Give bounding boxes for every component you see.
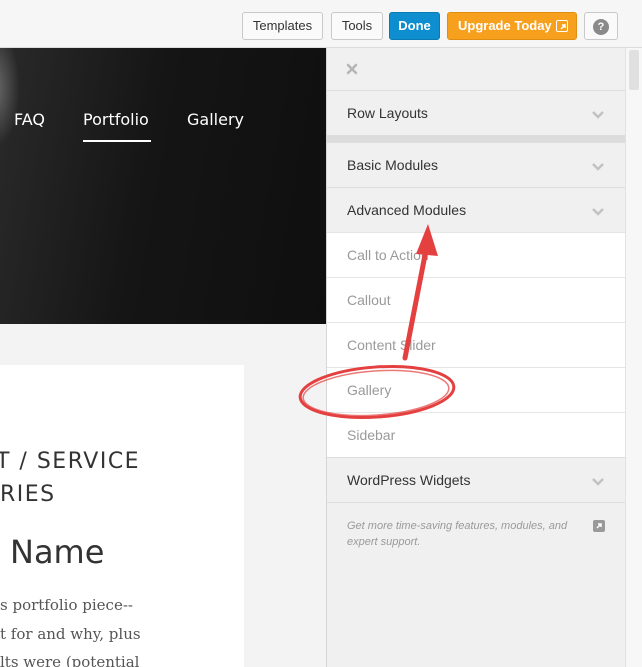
hero-background-image bbox=[0, 48, 20, 148]
templates-button[interactable]: Templates bbox=[242, 12, 323, 40]
module-label: Call to Action bbox=[347, 247, 429, 263]
module-sidebar[interactable]: Sidebar bbox=[327, 412, 625, 457]
section-label: Row Layouts bbox=[347, 105, 428, 121]
portfolio-content-card: T / SERVICE RIES Name s portfolio piece-… bbox=[0, 365, 244, 667]
module-gallery[interactable]: Gallery bbox=[327, 367, 625, 412]
panel-scrollbar[interactable] bbox=[625, 48, 642, 667]
module-content-slider[interactable]: Content Slider bbox=[327, 322, 625, 367]
section-divider bbox=[327, 135, 625, 142]
module-call-to-action[interactable]: Call to Action bbox=[327, 232, 625, 277]
scrollbar-thumb[interactable] bbox=[629, 50, 639, 90]
chevron-down-icon bbox=[591, 159, 605, 177]
section-label: Basic Modules bbox=[347, 157, 439, 173]
project-description-line: t for and why, plus bbox=[0, 625, 141, 643]
module-label: Sidebar bbox=[347, 427, 396, 443]
module-label: Gallery bbox=[347, 382, 392, 398]
help-button[interactable]: ? bbox=[584, 12, 618, 40]
tools-button[interactable]: Tools bbox=[331, 12, 383, 40]
chevron-down-icon bbox=[591, 204, 605, 222]
chevron-down-icon bbox=[591, 107, 605, 125]
project-description-line: s portfolio piece-- bbox=[0, 596, 133, 614]
section-label: WordPress Widgets bbox=[347, 472, 471, 488]
module-label: Content Slider bbox=[347, 337, 436, 353]
section-wordpress-widgets[interactable]: WordPress Widgets bbox=[327, 457, 625, 502]
section-advanced-modules[interactable]: Advanced Modules bbox=[327, 187, 625, 232]
project-description-line: lts were (potential bbox=[0, 653, 140, 667]
nav-portfolio[interactable]: Portfolio bbox=[83, 110, 149, 129]
help-icon: ? bbox=[593, 19, 609, 35]
project-category-line-1: T / SERVICE bbox=[0, 449, 141, 474]
section-label: Advanced Modules bbox=[347, 202, 467, 218]
nav-faq[interactable]: FAQ bbox=[14, 110, 45, 129]
site-hero: FAQ Portfolio Gallery bbox=[0, 48, 326, 324]
done-button[interactable]: Done bbox=[389, 12, 440, 40]
section-row-layouts[interactable]: Row Layouts bbox=[327, 90, 625, 135]
upgrade-note: Get more time-saving features, modules, … bbox=[347, 520, 568, 548]
upgrade-button[interactable]: Upgrade Today bbox=[447, 12, 577, 40]
nav-gallery[interactable]: Gallery bbox=[187, 110, 244, 129]
builder-toolbar: Templates Tools Done Upgrade Today ? bbox=[0, 0, 642, 48]
external-link-icon[interactable] bbox=[593, 520, 605, 532]
section-divider bbox=[327, 502, 625, 503]
module-label: Callout bbox=[347, 292, 391, 308]
chevron-down-icon bbox=[591, 474, 605, 492]
builder-panel: Row Layouts Basic Modules Advanced Modul… bbox=[326, 48, 642, 667]
project-name: Name bbox=[10, 533, 105, 571]
module-callout[interactable]: Callout bbox=[327, 277, 625, 322]
external-link-icon bbox=[556, 20, 568, 32]
section-basic-modules[interactable]: Basic Modules bbox=[327, 142, 625, 187]
upgrade-button-label: Upgrade Today bbox=[458, 18, 552, 33]
project-category-line-2: RIES bbox=[0, 482, 56, 507]
close-panel-icon[interactable] bbox=[345, 62, 359, 76]
nav-active-underline bbox=[83, 140, 151, 142]
